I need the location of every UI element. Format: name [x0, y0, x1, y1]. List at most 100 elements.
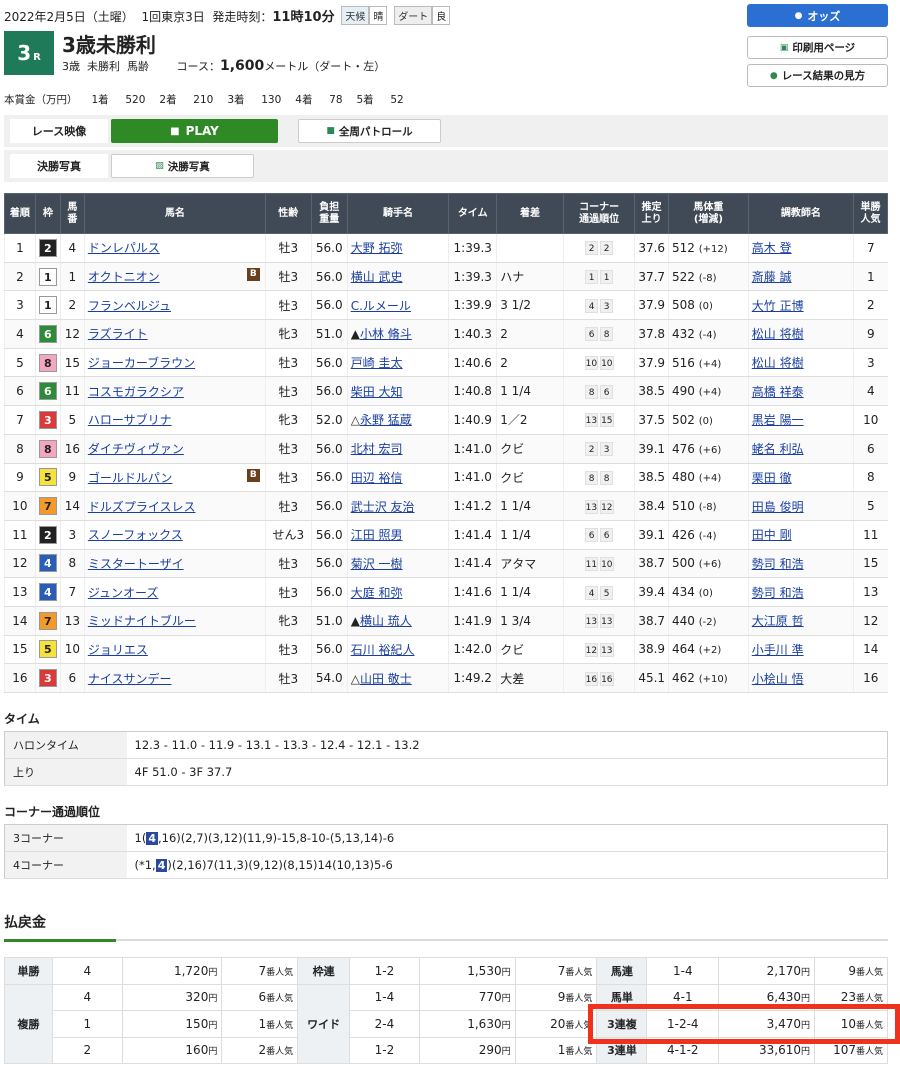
apprentice-mark: △	[350, 413, 360, 428]
horse-name-link[interactable]: オクトニオン	[88, 270, 160, 284]
corner-positions: 66	[562, 520, 635, 550]
trainer-link[interactable]: 勢司 和浩	[752, 586, 804, 600]
table-row: 14 7 13 ミッドナイトブルー 牝3 51.0 ▲横山 琉人 1:41.9 1 3/4 13 1…	[4, 606, 888, 636]
jockey-link[interactable]: 田辺 裕信	[351, 471, 403, 485]
final-3f: 37.8	[634, 319, 669, 349]
weight: 56.0	[310, 290, 348, 321]
payout-popularity: 9番人気	[514, 983, 598, 1011]
column-header: 馬番	[59, 193, 85, 234]
horse-name-link[interactable]: ナイスサンデー	[88, 672, 172, 686]
weight: 51.0	[310, 319, 348, 349]
waku-badge: 8	[38, 439, 57, 458]
waku-cell: 1	[34, 262, 61, 292]
jockey-link[interactable]: 小林 脩斗	[360, 327, 412, 341]
payout-popularity: 20番人気	[514, 1010, 598, 1038]
horse-name-link[interactable]: ミスタートーザイ	[88, 557, 184, 571]
table-row: 1 2 4 ドンレパルス 牡3 56.0 大野 拓弥 1:39.3 2 2 37.6 512 (+12…	[4, 233, 888, 263]
jockey-link[interactable]: 戸崎 圭太	[351, 356, 403, 370]
corner-positions: 88	[562, 463, 635, 493]
corner-positions: 13 13	[562, 606, 635, 636]
trainer-link[interactable]: 田島 俊明	[752, 500, 804, 514]
body-weight: 490 (+4)	[668, 376, 749, 407]
horse-name-link[interactable]: フランベルジュ	[88, 299, 171, 313]
horse-name-link[interactable]: ドルズプライスレス	[88, 500, 196, 514]
margin: 1 1/4	[496, 376, 564, 407]
trainer-cell: 田島 俊明	[747, 491, 854, 521]
jockey-link[interactable]: 大庭 和弥	[351, 586, 403, 600]
result-guide-button[interactable]: ● レース結果の見方	[747, 64, 888, 87]
trainer-link[interactable]: 小桧山 悟	[752, 672, 804, 686]
horse-name-cell: ジョリエス	[83, 635, 266, 665]
trainer-link[interactable]: 高木 登	[752, 241, 792, 255]
margin: 2	[496, 348, 564, 378]
trainer-link[interactable]: 勢司 和浩	[752, 557, 804, 571]
margin	[496, 233, 564, 263]
jockey-cell: 横山 武史	[346, 262, 449, 292]
patrol-video-button[interactable]: ■ 全周パトロール	[298, 119, 441, 143]
race-time: 1:41.9	[448, 606, 497, 636]
jockey-link[interactable]: 永野 猛蔵	[360, 413, 412, 427]
horse-name-link[interactable]: ジュンオーズ	[88, 586, 159, 600]
sex-age: 牡3	[264, 434, 312, 464]
play-button[interactable]: ■ PLAY	[111, 119, 278, 143]
horse-name-link[interactable]: ラズライト	[88, 327, 148, 341]
jockey-cell: ▲横山 琉人	[346, 606, 449, 636]
race-time: 1:41.0	[448, 434, 497, 464]
trainer-link[interactable]: 黒岩 陽一	[752, 413, 804, 427]
jockey-link[interactable]: 北村 宏司	[351, 442, 403, 456]
corner-positions: 13 15	[562, 405, 635, 435]
trainer-link[interactable]: 大江原 哲	[752, 614, 804, 628]
trainer-link[interactable]: 大竹 正博	[752, 299, 804, 313]
horse-name-link[interactable]: ミッドナイトブルー	[88, 614, 196, 628]
weight: 56.0	[310, 262, 348, 292]
trainer-link[interactable]: 高橋 祥泰	[752, 385, 804, 399]
margin: 1 1/4	[496, 577, 564, 607]
trainer-link[interactable]: 小手川 準	[752, 643, 804, 657]
final-3f: 39.1	[634, 434, 669, 464]
jockey-link[interactable]: 江田 照男	[351, 528, 403, 542]
waku-cell: 6	[34, 376, 61, 407]
horse-name-link[interactable]: ハローサブリナ	[88, 413, 172, 427]
jockey-link[interactable]: 横山 琉人	[360, 614, 412, 628]
jockey-cell: △永野 猛蔵	[346, 405, 449, 435]
waku-cell: 4	[34, 577, 61, 607]
trainer-cell: 松山 将樹	[747, 319, 854, 349]
column-header: 単勝 人気	[853, 193, 888, 234]
video-camera-icon: ■	[170, 125, 180, 137]
horse-name-link[interactable]: スノーフォックス	[88, 528, 183, 542]
jockey-link[interactable]: 柴田 大知	[351, 385, 403, 399]
jockey-link[interactable]: 菊沢 一樹	[351, 557, 403, 571]
jockey-link[interactable]: 大野 拓弥	[351, 241, 403, 255]
horse-number: 11	[59, 376, 85, 407]
jockey-link[interactable]: 山田 敬士	[360, 672, 412, 686]
body-weight: 502 (0)	[668, 405, 749, 435]
trainer-cell: 斎藤 誠	[747, 262, 854, 292]
jockey-link[interactable]: C.ルメール	[351, 299, 411, 313]
final-3f: 45.1	[634, 663, 669, 693]
sex-age: 牡3	[264, 577, 312, 607]
horse-name-cell: オクトニオン B	[83, 262, 266, 292]
horse-name-link[interactable]: コスモガラクシア	[88, 385, 184, 399]
finish-photo-button[interactable]: ▨ 決勝写真	[111, 154, 254, 178]
horse-name-link[interactable]: ダイチヴィヴァン	[88, 442, 184, 456]
finish-position: 11	[4, 520, 36, 550]
finish-position: 2	[4, 262, 36, 292]
jockey-link[interactable]: 石川 裕紀人	[351, 643, 415, 657]
body-weight: 510 (-8)	[668, 491, 749, 521]
trainer-link[interactable]: 蛯名 利弘	[752, 442, 804, 456]
jockey-link[interactable]: 横山 武史	[351, 270, 403, 284]
print-page-button[interactable]: ▣ 印刷用ページ	[747, 36, 888, 59]
trainer-link[interactable]: 松山 将樹	[752, 327, 804, 341]
odds-button[interactable]: ● オッズ	[747, 4, 888, 27]
horse-name-link[interactable]: ジョリエス	[88, 643, 148, 657]
jockey-link[interactable]: 武士沢 友治	[351, 500, 415, 514]
trainer-cell: 栗田 徹	[747, 463, 854, 493]
trainer-link[interactable]: 田中 剛	[752, 528, 792, 542]
horse-name-link[interactable]: ドンレパルス	[88, 241, 160, 255]
trainer-link[interactable]: 斎藤 誠	[752, 270, 792, 284]
trainer-link[interactable]: 松山 将樹	[752, 356, 804, 370]
trainer-link[interactable]: 栗田 徹	[752, 471, 792, 485]
highlight-horse: 4	[155, 859, 168, 872]
horse-name-link[interactable]: ゴールドルパン	[88, 471, 173, 485]
horse-name-link[interactable]: ジョーカーブラウン	[88, 356, 195, 370]
